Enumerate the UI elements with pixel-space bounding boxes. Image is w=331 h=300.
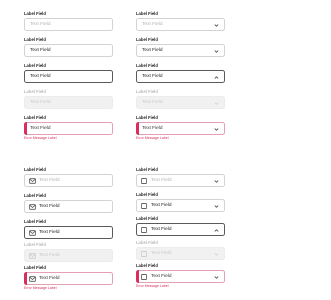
error-indicator [136, 270, 139, 283]
field-label: Label Field [136, 192, 158, 197]
text-input: Text Field [24, 96, 113, 109]
chevron-down-icon [214, 49, 219, 54]
field-label: Label Field [24, 89, 46, 94]
field-label: Label Field [136, 37, 158, 42]
text-input[interactable]: Text Field [24, 122, 113, 135]
select-placeholder: Text Field [142, 22, 163, 27]
field-label: Label Field [136, 216, 158, 221]
checkbox-dropdown-open: Label Field Text Field [136, 216, 225, 236]
input-placeholder: Text Field [30, 22, 51, 27]
field-label: Label Field [136, 11, 158, 16]
text-input[interactable]: Text Field [24, 174, 113, 187]
text-field-disabled: Label Field Text Field [24, 89, 113, 109]
text-input[interactable]: Text Field [24, 226, 113, 239]
checkbox-dropdown-disabled: Label Field Text Field [136, 240, 225, 260]
dropdown-select[interactable]: Text Field [136, 223, 225, 236]
dropdown-open: Label Field Text Field [136, 63, 225, 83]
dropdown-select[interactable]: Text Field [136, 174, 225, 187]
input-value: Text Field [30, 48, 51, 53]
dropdown-select[interactable]: Text Field [136, 70, 225, 83]
field-label: Label Field [24, 37, 46, 42]
error-message: Error Message Label [136, 284, 169, 288]
field-label: Label Field [24, 242, 46, 247]
chevron-down-icon [214, 23, 219, 28]
text-field-error: Label Field Text Field Error Message Lab… [24, 115, 113, 140]
text-input[interactable]: Text Field [24, 44, 113, 57]
icon-field-default: Label Field Text Field [24, 167, 113, 187]
field-label: Label Field [24, 11, 46, 16]
field-label: Label Field [136, 167, 158, 172]
select-placeholder: Text Field [151, 178, 172, 183]
select-value: Text Field [142, 100, 163, 105]
checkbox-dropdown-filled: Label Field Text Field [136, 192, 225, 212]
dropdown-select[interactable]: Text Field [136, 18, 225, 31]
dropdown-select: Text Field [136, 96, 225, 109]
text-input: Text Field [24, 249, 113, 262]
field-label: Label Field [136, 115, 158, 120]
chevron-up-icon [214, 228, 219, 233]
error-indicator [136, 122, 139, 135]
input-value: Text Field [39, 276, 60, 281]
select-value: Text Field [151, 203, 172, 208]
chevron-down-icon [214, 204, 219, 209]
icon-field-focused: Label Field Text Field [24, 219, 113, 239]
field-label: Label Field [24, 219, 46, 224]
input-value: Text Field [30, 100, 51, 105]
error-indicator [24, 122, 27, 135]
select-value: Text Field [142, 48, 163, 53]
chevron-down-icon [214, 275, 219, 280]
text-field-default: Label Field Text Field [24, 11, 113, 31]
select-value: Text Field [142, 126, 163, 131]
input-value: Text Field [30, 74, 51, 79]
input-value: Text Field [39, 204, 60, 209]
field-label: Label Field [24, 265, 46, 270]
field-label: Label Field [136, 240, 158, 245]
dropdown-select[interactable]: Text Field [136, 44, 225, 57]
field-label: Label Field [136, 89, 158, 94]
input-placeholder: Text Field [39, 178, 60, 183]
chevron-down-icon [214, 252, 219, 257]
field-label: Label Field [136, 263, 158, 268]
icon-field-error: Label Field Text Field Error Message Lab… [24, 265, 113, 290]
select-value: Text Field [151, 274, 172, 279]
error-message: Error Message Label [24, 286, 57, 290]
dropdown-error: Label Field Text Field Error Message Lab… [136, 115, 225, 140]
text-input[interactable]: Text Field [24, 18, 113, 31]
error-message: Error Message Label [136, 136, 169, 140]
checkbox-dropdown-default: Label Field Text Field [136, 167, 225, 187]
dropdown-select[interactable]: Text Field [136, 122, 225, 135]
text-input[interactable]: Text Field [24, 70, 113, 83]
icon-field-disabled: Label Field Text Field [24, 242, 113, 262]
dropdown-disabled: Label Field Text Field [136, 89, 225, 109]
error-indicator [24, 272, 27, 285]
chevron-down-icon [214, 179, 219, 184]
text-input[interactable]: Text Field [24, 200, 113, 213]
chevron-down-icon [214, 101, 219, 106]
dropdown-select: Text Field [136, 247, 225, 260]
select-value: Text Field [151, 227, 172, 232]
checkbox-dropdown-error: Label Field Text Field Error Message Lab… [136, 263, 225, 288]
text-field-filled: Label Field Text Field [24, 37, 113, 57]
dropdown-select[interactable]: Text Field [136, 199, 225, 212]
field-label: Label Field [136, 63, 158, 68]
text-field-focused: Label Field Text Field [24, 63, 113, 83]
chevron-up-icon [214, 75, 219, 80]
dropdown-filled: Label Field Text Field [136, 37, 225, 57]
dropdown-default: Label Field Text Field [136, 11, 225, 31]
input-value: Text Field [30, 126, 51, 131]
error-message: Error Message Label [24, 136, 57, 140]
field-label: Label Field [24, 167, 46, 172]
dropdown-select[interactable]: Text Field [136, 270, 225, 283]
select-value: Text Field [142, 74, 163, 79]
chevron-down-icon [214, 127, 219, 132]
text-input[interactable]: Text Field [24, 272, 113, 285]
input-value: Text Field [39, 253, 60, 258]
select-value: Text Field [151, 251, 172, 256]
input-value: Text Field [39, 230, 60, 235]
field-label: Label Field [24, 63, 46, 68]
icon-field-filled: Label Field Text Field [24, 193, 113, 213]
field-label: Label Field [24, 115, 46, 120]
field-label: Label Field [24, 193, 46, 198]
